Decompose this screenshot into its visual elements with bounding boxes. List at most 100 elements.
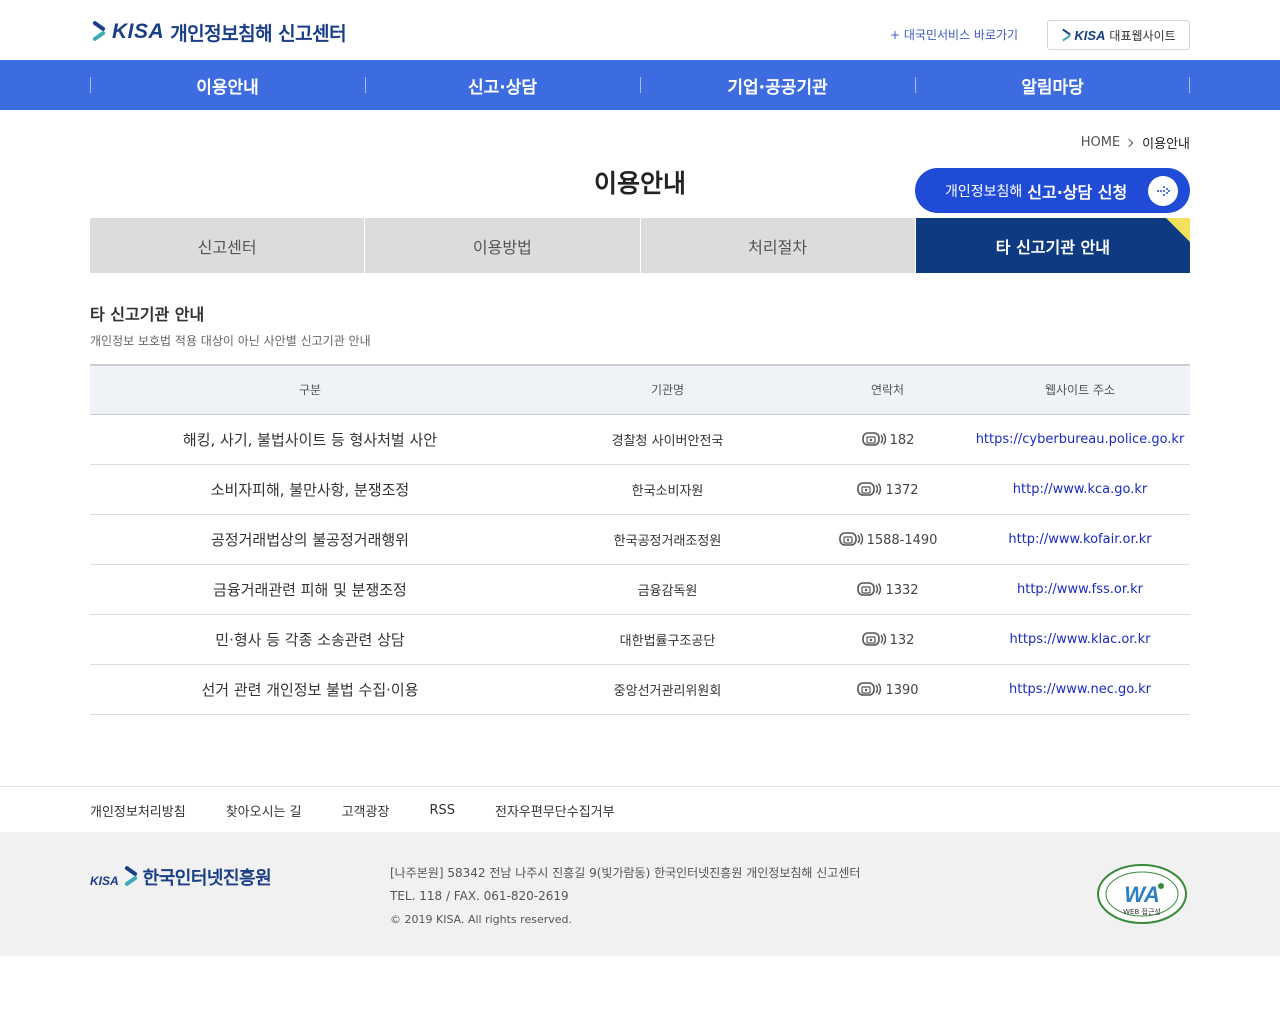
cell-tel: 1332	[805, 564, 970, 615]
cell-org: 경찰청 사이버안전국	[530, 414, 805, 465]
footer-link-directions[interactable]: 찾아오시는 길	[226, 801, 302, 820]
breadcrumb: HOME 이용안내	[1081, 133, 1190, 152]
footer-copyright: © 2019 KISA. All rights reserved.	[390, 913, 572, 926]
phone-icon	[856, 481, 885, 498]
tel-number: 1372	[885, 482, 919, 498]
table-row: 금융거래관련 피해 및 분쟁조정 금융감독원 1332 http://www.fss.…	[90, 564, 1190, 615]
header-org: 기관명	[650, 383, 685, 398]
tel-number: 1390	[885, 682, 919, 698]
cell-org: 한국공정거래조정원	[530, 514, 805, 565]
tab-other-agencies[interactable]: 타 신고기관 안내	[915, 218, 1191, 273]
logo-title: 개인정보침해 신고센터	[170, 22, 347, 45]
agency-table: 구분 기관명 연락처 웹사이트 주소 해킹, 사기, 불법사이트 등 형사처벌 …	[90, 364, 1190, 715]
phone-icon	[838, 531, 867, 548]
chevron-right-icon	[1124, 138, 1134, 147]
phone-icon	[861, 431, 890, 448]
logo-kisa-text: KISA	[112, 20, 165, 43]
table-row: 선거 관련 개인정보 불법 수집·이용 중앙선거관리위원회 1390 https://…	[90, 664, 1190, 715]
apply-label-bold: 신고·상담 신청	[1027, 182, 1128, 202]
breadcrumb-current: 이용안내	[1142, 137, 1190, 152]
site-header: KISA 개인정보침해 신고센터 + 대국민서비스 바로가기 KISA 대표웹사…	[0, 0, 1280, 60]
cell-category: 금융거래관련 피해 및 분쟁조정	[90, 564, 530, 615]
arrow-right-icon	[1148, 176, 1178, 206]
phone-icon	[861, 631, 890, 648]
footer-logo-kisa: KISA	[90, 874, 119, 888]
website-link[interactable]: https://www.klac.or.kr	[1010, 632, 1151, 647]
header-category: 구분	[298, 383, 322, 398]
website-link[interactable]: http://www.kofair.or.kr	[1008, 532, 1151, 547]
kisa-mini-logo: KISA	[1061, 28, 1105, 43]
cell-web: https://www.klac.or.kr	[970, 614, 1190, 665]
global-navigation: 이용안내 신고·상담 기업·공공기관 알림마당	[0, 60, 1280, 110]
tab-how-to-use[interactable]: 이용방법	[365, 218, 641, 273]
kisa-mini-logo-text: KISA	[1074, 27, 1106, 43]
header-tel: 연락처	[870, 383, 905, 398]
footer-link-email-refusal[interactable]: 전자우편무단수집거부	[495, 801, 615, 820]
site-footer: KISA 한국인터넷진흥원 [나주본원] 58342 전남 나주시 진흥길 9(…	[0, 832, 1280, 956]
footer-info: [나주본원] 58342 전남 나주시 진흥길 9(빛가람동) 한국인터넷진흥원…	[390, 862, 860, 931]
cell-web: http://www.fss.or.kr	[970, 564, 1190, 615]
kisa-main-site-button[interactable]: KISA 대표웹사이트	[1047, 20, 1190, 50]
cell-tel: 1372	[805, 464, 970, 515]
web-accessibility-mark-icon: WA WEB 접근성	[1095, 862, 1190, 926]
kisa-mark-icon	[90, 21, 110, 43]
header-web: 웹사이트 주소	[1044, 383, 1116, 398]
gnb-item-notice[interactable]: 알림마당	[915, 60, 1190, 110]
cell-web: http://www.kca.go.kr	[970, 464, 1190, 515]
tab-report-center[interactable]: 신고센터	[90, 218, 366, 273]
table-row: 해킹, 사기, 불법사이트 등 형사처벌 사안 경찰청 사이버안전국 182 http…	[90, 414, 1190, 465]
citizen-service-link[interactable]: + 대국민서비스 바로가기	[890, 26, 1018, 43]
cell-web: http://www.kofair.or.kr	[970, 514, 1190, 565]
footer-logo: KISA 한국인터넷진흥원	[90, 862, 272, 892]
gnb-item-enterprise[interactable]: 기업·공공기관	[640, 60, 915, 110]
website-link[interactable]: https://www.nec.go.kr	[1009, 682, 1151, 697]
section-description: 개인정보 보호법 적용 대상이 아닌 사안별 신고기관 안내	[90, 334, 371, 348]
cell-org: 한국소비자원	[530, 464, 805, 515]
footer-tel-fax: TEL. 118 / FAX. 061-820-2619	[390, 889, 569, 903]
wa-mark-sub: WEB 접근성	[1123, 907, 1161, 916]
tel-number: 1588-1490	[866, 532, 938, 548]
footer-logo-name: 한국인터넷진흥원	[142, 868, 272, 889]
cell-org: 대한법률구조공단	[530, 614, 805, 665]
site-logo[interactable]: KISA 개인정보침해 신고센터	[90, 18, 347, 46]
cell-category: 공정거래법상의 불공정거래행위	[90, 514, 530, 565]
cell-category: 소비자피해, 불만사항, 분쟁조정	[90, 464, 530, 515]
cell-web: https://www.nec.go.kr	[970, 664, 1190, 715]
tel-number: 1332	[885, 582, 919, 598]
website-link[interactable]: https://cyberbureau.police.go.kr	[976, 432, 1185, 447]
tel-number: 132	[889, 632, 915, 648]
table-row: 소비자피해, 불만사항, 분쟁조정 한국소비자원 1372 http://www.kc…	[90, 464, 1190, 515]
table-header-row: 구분 기관명 연락처 웹사이트 주소	[90, 365, 1190, 414]
phone-icon	[856, 581, 885, 598]
tab-process[interactable]: 처리절차	[640, 218, 916, 273]
footer-address: [나주본원] 58342 전남 나주시 진흥길 9(빛가람동) 한국인터넷진흥원…	[390, 866, 861, 880]
footer-link-rss[interactable]: RSS	[429, 803, 455, 818]
sub-tabs: 신고센터 이용방법 처리절차 타 신고기관 안내	[90, 218, 1191, 273]
report-apply-button[interactable]: 개인정보침해 신고·상담 신청	[915, 168, 1190, 213]
cell-org: 금융감독원	[530, 564, 805, 615]
phone-icon	[856, 681, 885, 698]
gnb-item-report[interactable]: 신고·상담	[365, 60, 640, 110]
tel-number: 182	[889, 432, 915, 448]
cell-org: 중앙선거관리위원회	[530, 664, 805, 715]
wa-mark-text: WA	[1124, 882, 1159, 907]
cell-tel: 132	[805, 614, 970, 665]
apply-label-light: 개인정보침해	[945, 183, 1023, 200]
kisa-mark-icon	[122, 866, 140, 888]
cell-category: 선거 관련 개인정보 불법 수집·이용	[90, 664, 530, 715]
cell-tel: 1588-1490	[805, 514, 970, 565]
footer-link-privacy-policy[interactable]: 개인정보처리방침	[90, 801, 186, 820]
gnb-item-usage[interactable]: 이용안내	[90, 60, 365, 110]
section-title: 타 신고기관 안내	[90, 305, 205, 324]
website-link[interactable]: http://www.fss.or.kr	[1017, 582, 1143, 597]
website-link[interactable]: http://www.kca.go.kr	[1013, 482, 1147, 497]
kisa-main-site-label: 대표웹사이트	[1109, 28, 1176, 43]
footer-link-customer[interactable]: 고객광장	[342, 801, 390, 820]
table-row: 공정거래법상의 불공정거래행위 한국공정거래조정원 1588-1490 http://…	[90, 514, 1190, 565]
cell-category: 해킹, 사기, 불법사이트 등 형사처벌 사안	[90, 414, 530, 465]
kisa-mini-mark-icon	[1061, 29, 1073, 41]
footer-links: 개인정보처리방침 찾아오시는 길 고객광장 RSS 전자우편무단수집거부	[0, 786, 1280, 832]
cell-web: https://cyberbureau.police.go.kr	[970, 414, 1190, 465]
cell-category: 민·형사 등 각종 소송관련 상담	[90, 614, 530, 665]
breadcrumb-home[interactable]: HOME	[1081, 135, 1120, 150]
